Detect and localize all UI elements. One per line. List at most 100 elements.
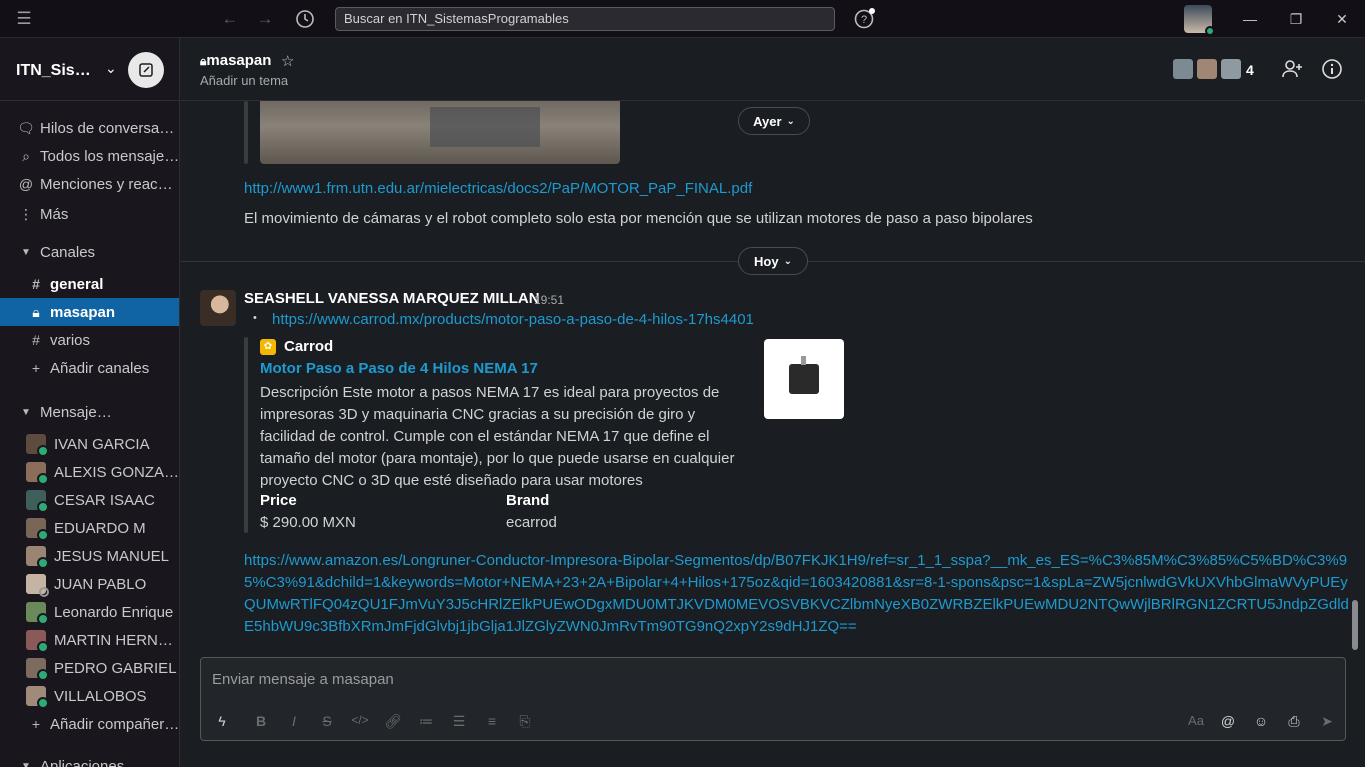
- apps-section-header[interactable]: ▼ Aplicaciones: [0, 752, 179, 767]
- sidebar-item-general[interactable]: # general: [0, 270, 179, 298]
- strikethrough-icon[interactable]: S: [316, 713, 338, 729]
- sidebar-item-mentions[interactable]: @ Menciones y reacciones: [0, 170, 179, 198]
- close-icon[interactable]: ✕: [1330, 8, 1354, 30]
- quote-bar: [244, 337, 248, 533]
- unfurl-title[interactable]: Motor Paso a Paso de 4 Hilos NEMA 17: [260, 360, 538, 377]
- star-icon[interactable]: ☆: [281, 52, 294, 70]
- workspace-header[interactable]: ITN_SistemasProgramables ⌄: [0, 38, 179, 101]
- channel-header: 🔒︎masapan ☆ Añadir un tema 4: [181, 38, 1365, 101]
- composer-placeholder[interactable]: Enviar mensaje a masapan: [212, 671, 394, 688]
- message-link[interactable]: https://www.carrod.mx/products/motor-pas…: [272, 311, 754, 328]
- dm-icon: ⌕: [22, 147, 30, 164]
- restore-icon[interactable]: ❐: [1284, 8, 1308, 30]
- quote-bar: [244, 101, 248, 164]
- workspace-name[interactable]: ITN_SistemasProgramables: [16, 62, 96, 80]
- mention-icon[interactable]: @: [1217, 713, 1239, 729]
- menu-icon[interactable]: ☰: [13, 8, 35, 30]
- channel-topic[interactable]: Añadir un tema: [200, 73, 288, 88]
- send-icon[interactable]: ➤: [1316, 713, 1338, 730]
- sidebar-dm-item[interactable]: ALEXIS GONZALEZ: [0, 458, 179, 486]
- forward-arrow-icon[interactable]: →: [254, 8, 276, 30]
- image-attachment[interactable]: [260, 101, 620, 164]
- unfurl-thumbnail[interactable]: [764, 339, 844, 419]
- caret-down-icon: ▼: [21, 760, 31, 767]
- caret-down-icon: ▼: [21, 246, 31, 258]
- stepper-motor-image: [789, 356, 819, 394]
- message-link[interactable]: https://www.amazon.es/Longruner-Conducto…: [244, 550, 1354, 638]
- emoji-icon[interactable]: ☺: [1250, 713, 1272, 729]
- ordered-list-icon[interactable]: ≔: [415, 713, 437, 730]
- user-avatar[interactable]: [1184, 5, 1215, 36]
- sidebar-dm-item[interactable]: EDUARDO M: [0, 514, 179, 542]
- sidebar-dm-item[interactable]: PEDRO GABRIEL: [0, 654, 179, 682]
- back-arrow-icon[interactable]: ←: [219, 8, 241, 30]
- avatar[interactable]: [200, 290, 236, 326]
- field-value-price: $ 290.00 MXN: [260, 514, 356, 531]
- help-icon[interactable]: ?: [853, 8, 875, 30]
- sidebar-dm-item[interactable]: CESAR ISAAC: [0, 486, 179, 514]
- lock-icon: 🔒︎: [32, 303, 40, 320]
- sidebar-dm-item[interactable]: VILLALOBOS: [0, 682, 179, 710]
- sidebar-dm-item[interactable]: JESUS MANUEL: [0, 542, 179, 570]
- minimize-icon[interactable]: —: [1238, 8, 1262, 30]
- day-divider-today[interactable]: Hoy ⌄: [738, 247, 808, 275]
- sidebar-item-varios[interactable]: # varios: [0, 326, 179, 354]
- unfurl-description: Descripción Este motor a pasos NEMA 17 e…: [260, 384, 735, 489]
- bulleted-list-icon[interactable]: ☰: [448, 713, 470, 730]
- search-input[interactable]: Buscar en ITN_SistemasProgramables: [335, 7, 835, 31]
- member-avatars[interactable]: [1172, 58, 1244, 80]
- add-teammates-button[interactable]: + Añadir compañeros: [0, 710, 179, 738]
- message-link[interactable]: http://www1.frm.utn.edu.ar/mielectricas/…: [244, 180, 752, 197]
- message-text: El movimiento de cámaras y el robot comp…: [244, 210, 1033, 227]
- day-divider-yesterday[interactable]: Ayer ⌄: [738, 107, 810, 135]
- unfurl-brand: ✿ Carrod: [260, 338, 333, 355]
- scrollbar[interactable]: [1352, 600, 1358, 650]
- chevron-down-icon[interactable]: ⌄: [105, 60, 117, 77]
- message-list: Ayer ⌄ http://www1.frm.utn.edu.ar/mielect…: [181, 101, 1365, 656]
- sidebar-dm-item[interactable]: IVAN GARCIA: [0, 430, 179, 458]
- dm-section-header[interactable]: ▼ Mensajes directos: [0, 398, 179, 426]
- blockquote-icon[interactable]: ≡: [481, 713, 503, 729]
- at-icon: @: [18, 176, 34, 192]
- channels-section-header[interactable]: ▼ Canales: [0, 238, 179, 266]
- italic-icon[interactable]: I: [283, 713, 305, 729]
- code-icon[interactable]: </>: [349, 713, 371, 727]
- avatar: [26, 574, 49, 597]
- field-label-price: Price: [260, 492, 297, 509]
- add-member-icon[interactable]: [1280, 58, 1304, 86]
- attachment-icon[interactable]: ⎙: [1283, 713, 1305, 730]
- svg-text:?: ?: [861, 14, 867, 26]
- message-composer[interactable]: Enviar mensaje a masapan ϟ B I S </> 🔗︎ …: [200, 657, 1346, 741]
- info-icon[interactable]: [1320, 58, 1344, 86]
- avatar: [26, 630, 49, 653]
- history-icon[interactable]: [294, 8, 316, 30]
- sidebar-dm-item[interactable]: Leonardo Enrique: [0, 598, 179, 626]
- sidebar-item-all-dms[interactable]: ⌕ Todos los mensajes directos: [0, 142, 179, 170]
- avatar: [26, 658, 49, 681]
- text-format-icon[interactable]: Aa: [1185, 713, 1207, 728]
- sidebar-dm-item[interactable]: MARTIN HERNANDEZ: [0, 626, 179, 654]
- channel-title[interactable]: 🔒︎masapan: [200, 52, 271, 69]
- compose-button[interactable]: [128, 52, 164, 88]
- avatar: [26, 546, 49, 569]
- sidebar-dm-item[interactable]: JUAN PABLO: [0, 570, 179, 598]
- message-timestamp[interactable]: 19:51: [534, 293, 564, 307]
- sidebar-item-masapan[interactable]: 🔒︎ masapan: [0, 298, 179, 326]
- plus-icon: +: [31, 360, 41, 376]
- member-count[interactable]: 4: [1246, 62, 1254, 78]
- top-bar: ☰ ← → Buscar en ITN_SistemasProgramables…: [0, 0, 1365, 38]
- threads-icon: 🗨: [17, 119, 35, 136]
- avatar: [26, 462, 49, 485]
- sidebar-item-threads[interactable]: 🗨 Hilos de conversación: [0, 114, 179, 142]
- sidebar: ITN_SistemasProgramables ⌄ 🗨 Hilos de co…: [0, 38, 180, 767]
- shortcuts-icon[interactable]: ϟ: [211, 713, 233, 729]
- sidebar-item-more[interactable]: ⋮ Más: [0, 200, 179, 228]
- code-block-icon[interactable]: ⎘: [514, 713, 536, 730]
- link-icon[interactable]: 🔗︎: [382, 713, 404, 730]
- chevron-down-icon: ⌄: [783, 255, 792, 267]
- hash-icon: #: [32, 332, 40, 348]
- avatar: [26, 490, 49, 513]
- bold-icon[interactable]: B: [250, 713, 272, 729]
- message-author[interactable]: SEASHELL VANESSA MARQUEZ MILLAN: [244, 290, 540, 307]
- add-channels-button[interactable]: + Añadir canales: [0, 354, 179, 382]
